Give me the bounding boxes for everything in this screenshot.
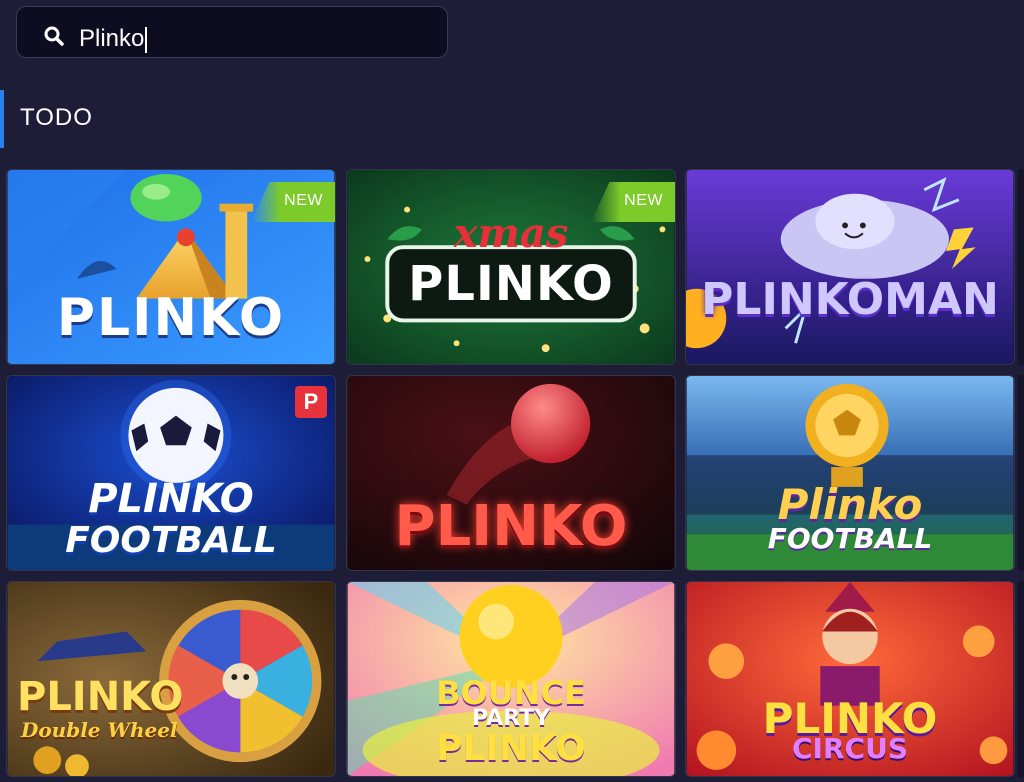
next-tile-edge (1018, 375, 1024, 571)
game-title: PLINKO (436, 728, 586, 769)
game-tile-xmas-plinko[interactable]: xmas PLINKO NEW (346, 169, 676, 365)
game-title: PLINKOMAN (701, 274, 999, 325)
search-icon (44, 26, 64, 46)
game-tile-plinko-spribe[interactable]: PLINKO NEW (6, 169, 336, 365)
game-title: PLINKO (17, 674, 184, 720)
game-tile-plinko-red[interactable]: PLINKO (346, 375, 676, 571)
game-subtitle: FOOTBALL (65, 520, 277, 561)
game-title: PLINKO (56, 288, 286, 348)
section-accent-bar (0, 90, 4, 148)
game-title: PLINKO (408, 256, 614, 312)
game-tile-plinko-double-wheel[interactable]: PLINKO Double Wheel (6, 581, 336, 777)
game-tile-plinko-football-2[interactable]: Plinko FOOTBALL (685, 375, 1015, 571)
game-tile-plinko-circus[interactable]: PLINKO CIRCUS (685, 581, 1015, 777)
provider-badge: P (295, 386, 327, 418)
text-caret (145, 26, 148, 53)
search-input[interactable]: Plinko (16, 6, 448, 58)
next-tile-edge (1018, 581, 1024, 777)
game-subtitle: FOOTBALL (767, 522, 933, 555)
game-subtitle: Double Wheel (21, 718, 178, 742)
game-tile-plinko-football-1[interactable]: PLINKO FOOTBALL P (6, 375, 336, 571)
game-title: PLINKO (394, 494, 628, 559)
game-title: PLINKO (88, 476, 254, 522)
game-tile-plinkoman[interactable]: PLINKOMAN (685, 169, 1015, 365)
game-tile-bounce-party-plinko[interactable]: BOUNCE PARTY PLINKO (346, 581, 676, 777)
section-title: TODO (20, 104, 93, 131)
search-value[interactable]: Plinko (79, 25, 148, 53)
game-thumbnail (686, 170, 1014, 364)
game-subtitle: CIRCUS (792, 732, 908, 765)
next-tile-edge (1018, 169, 1024, 365)
